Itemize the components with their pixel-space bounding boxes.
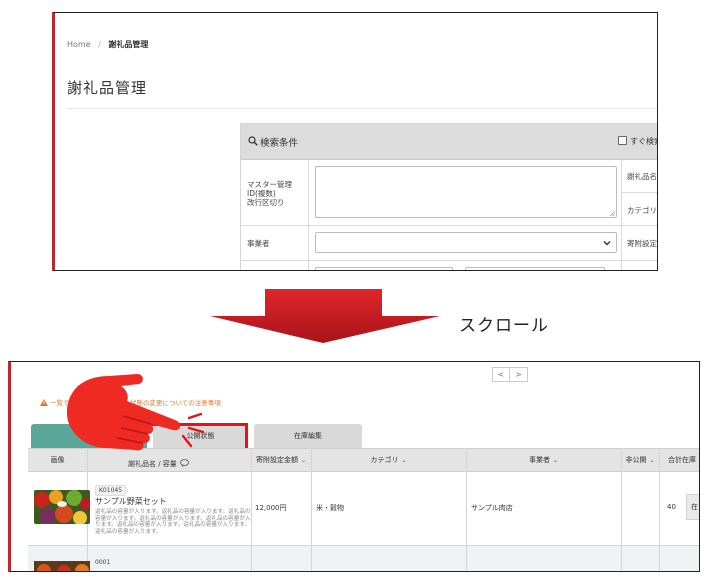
- stock-button[interactable]: 在: [686, 494, 699, 520]
- breadcrumb: Home / 謝礼品管理: [67, 39, 148, 50]
- col-header-donation[interactable]: 寄附設定金額 ⌄: [251, 449, 311, 471]
- breadcrumb-separator: /: [98, 40, 101, 49]
- resize-handle-icon[interactable]: [609, 210, 615, 216]
- col-header-name[interactable]: 謝礼品名 / 容量: [128, 459, 189, 469]
- down-arrow-icon: [210, 289, 440, 343]
- column-divider: [621, 448, 622, 571]
- prev-page-button[interactable]: <: [492, 367, 510, 382]
- search-panel-title: 検索条件: [260, 138, 299, 149]
- donation-amount-label: 寄附設定金: [627, 239, 657, 248]
- pagination: < >: [492, 367, 528, 382]
- product-thumbnail[interactable]: [34, 490, 90, 524]
- column-divider: [311, 448, 312, 571]
- pointing-hand-icon: [66, 374, 205, 451]
- product-name-link[interactable]: サンプル野菜セット: [95, 496, 167, 507]
- breadcrumb-current: 謝礼品管理: [108, 40, 149, 49]
- grid-line: [241, 260, 657, 261]
- master-id-textarea[interactable]: [315, 166, 617, 218]
- col-header-category[interactable]: カテゴリ ⌄: [311, 449, 466, 471]
- search-conditions-panel: 検索条件 すぐ検索 マスター管理 ID(複数) 改行区切り 謝礼品名 カテゴリ …: [240, 123, 657, 270]
- page-title: 謝礼品管理: [67, 79, 148, 97]
- range-input-from[interactable]: [315, 267, 453, 270]
- range-input-to[interactable]: [465, 267, 605, 270]
- grid-line: [241, 225, 657, 226]
- col-header-private[interactable]: 非公開 ⌄: [621, 449, 659, 471]
- comment-icon: [179, 459, 189, 467]
- warning-icon: [40, 399, 48, 406]
- col-header-total-stock[interactable]: 合計在庫: [668, 449, 699, 471]
- grid-line: [621, 160, 622, 270]
- column-divider: [466, 448, 467, 571]
- instant-search-checkbox[interactable]: [618, 136, 627, 145]
- product-code: 0001: [95, 559, 111, 566]
- gift-name-label: 謝礼品名: [627, 172, 657, 181]
- business-select[interactable]: [315, 232, 617, 253]
- next-page-button[interactable]: >: [510, 367, 528, 382]
- stock-value: 40: [667, 503, 676, 511]
- bottom-screenshot-panel: < > 一覧で 状態の変更についての注意事項 公開状態 在庫編集 画像 謝礼品名…: [8, 361, 700, 572]
- row-divider: [28, 545, 699, 546]
- col-header-business[interactable]: 事業者 ⌄: [466, 449, 621, 471]
- search-icon: [248, 136, 258, 146]
- product-description: 返礼品の容量が入ります。返礼品の容量が入ります。返礼品の容量が入ります。返礼品の…: [95, 509, 251, 535]
- donation-amount: 12,000円: [255, 504, 287, 512]
- search-panel-header[interactable]: 検索条件 すぐ検索: [241, 124, 657, 160]
- category-value: 米・穀物: [316, 504, 344, 512]
- breadcrumb-home-link[interactable]: Home: [67, 40, 91, 49]
- scroll-caption: スクロール: [459, 316, 549, 336]
- grid-line: [308, 160, 309, 270]
- master-id-label: マスター管理 ID(複数) 改行区切り: [247, 180, 292, 207]
- title-divider: [67, 108, 657, 109]
- instant-search-label: すぐ検索: [630, 137, 657, 146]
- category-label: カテゴリ: [627, 206, 657, 215]
- grid-line: [621, 192, 657, 193]
- column-divider: [659, 448, 660, 571]
- top-screenshot-panel: Home / 謝礼品管理 謝礼品管理 検索条件 すぐ検索 マスター管理 ID(複…: [52, 12, 658, 271]
- business-value: サンプル肉店: [471, 504, 513, 512]
- product-code: K01045: [95, 485, 127, 496]
- tab-stock-edit[interactable]: 在庫編集: [254, 424, 362, 448]
- table-row-alt-bg: [28, 545, 699, 571]
- product-thumbnail[interactable]: [34, 561, 90, 572]
- business-label: 事業者: [247, 239, 270, 248]
- chevron-down-icon: [603, 241, 611, 246]
